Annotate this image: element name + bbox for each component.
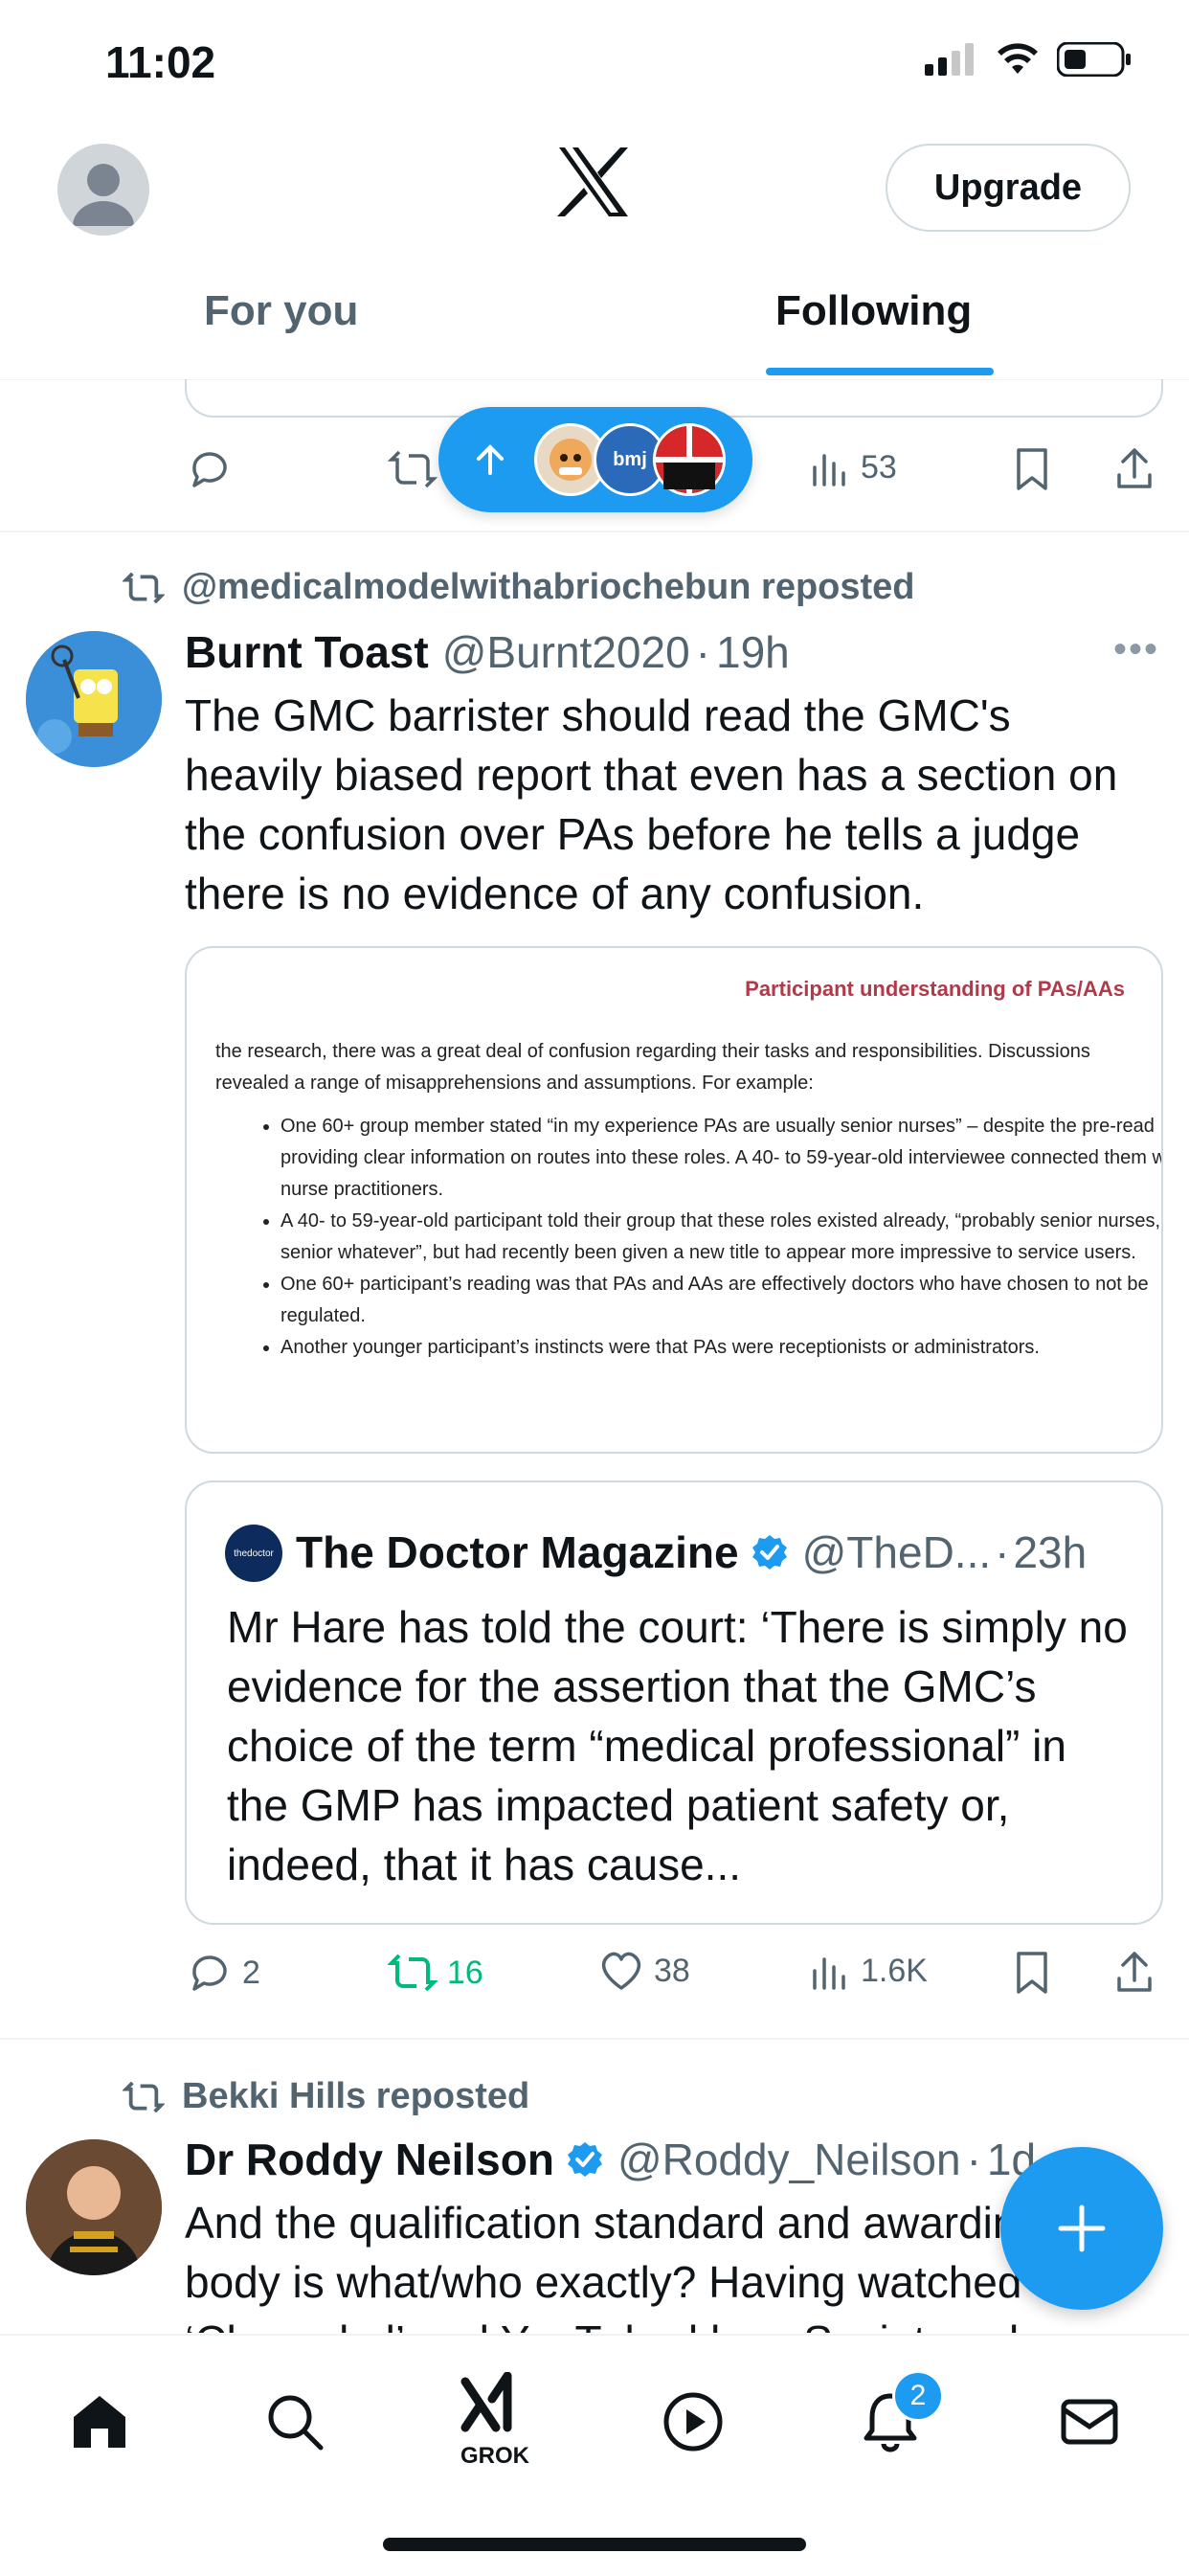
- like-count: 38: [654, 1952, 690, 1989]
- plus-icon: [1058, 2204, 1106, 2252]
- verified-badge-icon: [752, 1535, 787, 1570]
- search-icon: [268, 2395, 324, 2451]
- profile-avatar[interactable]: [57, 144, 149, 236]
- portrait-avatar-icon: [26, 2139, 162, 2275]
- repost-icon: [388, 1954, 437, 1992]
- repost-context-label: Bekki Hills reposted: [182, 2076, 530, 2116]
- image-bullet: A 40- to 59-year-old participant told th…: [280, 1206, 1161, 1269]
- author-name[interactable]: Burnt Toast: [185, 626, 429, 678]
- tab-for-you[interactable]: For you: [204, 287, 358, 335]
- share-icon[interactable]: [1113, 1950, 1155, 1996]
- author-avatar[interactable]: [26, 631, 162, 767]
- active-tab-indicator: [766, 368, 994, 375]
- tweet-divider: [0, 2038, 1189, 2040]
- repost-icon: [388, 450, 437, 488]
- status-icons: [925, 42, 1132, 77]
- author-line: Burnt Toast @Burnt2020 · 19h: [185, 626, 790, 678]
- repost-context[interactable]: Bekki Hills reposted: [123, 2076, 529, 2117]
- x-logo-icon: [557, 147, 628, 216]
- share-icon[interactable]: [1113, 446, 1155, 492]
- cellular-signal-icon: [925, 43, 974, 76]
- author-avatar[interactable]: [26, 2139, 162, 2275]
- nav-notifications[interactable]: 2: [842, 2370, 944, 2470]
- separator-dot: ·: [695, 627, 710, 677]
- nav-home[interactable]: [52, 2374, 147, 2470]
- arrow-up-icon: [477, 444, 504, 475]
- new-posts-pill[interactable]: bmj: [438, 407, 752, 512]
- nav-search[interactable]: [247, 2374, 343, 2470]
- image-bullet-list: One 60+ group member stated “in my exper…: [215, 1111, 1161, 1364]
- play-icon: [663, 2392, 723, 2452]
- separator-dot: ·: [966, 2135, 981, 2184]
- repost-count: 16: [447, 1954, 483, 1991]
- nav-video[interactable]: [645, 2374, 741, 2470]
- like-button[interactable]: 38: [598, 1950, 690, 1992]
- author-name[interactable]: Dr Roddy Neilson: [185, 2134, 554, 2185]
- repost-context-label: @medicalmodelwithabriochebun reposted: [182, 567, 915, 607]
- repost-icon: [123, 572, 165, 603]
- tweet-image[interactable]: Participant understanding of PAs/AAs the…: [185, 946, 1163, 1454]
- quoted-tweet[interactable]: thedoctor The Doctor Magazine @TheD... ·…: [185, 1480, 1163, 1925]
- more-options-icon[interactable]: •••: [1113, 628, 1159, 671]
- wifi-icon: [998, 43, 1038, 74]
- grok-label: GROK: [460, 2443, 529, 2469]
- image-intro: the research, there was a great deal of …: [215, 1041, 1090, 1094]
- bookmark-icon[interactable]: [1013, 446, 1051, 492]
- author-handle[interactable]: @Burnt2020: [442, 626, 690, 678]
- nav-messages[interactable]: [1042, 2374, 1137, 2470]
- bookmark-icon[interactable]: [1013, 1950, 1051, 1996]
- image-bullet: One 60+ participant’s reading was that P…: [280, 1269, 1161, 1332]
- views-icon: [813, 454, 845, 486]
- repost-context[interactable]: @medicalmodelwithabriochebun reposted: [123, 567, 915, 608]
- default-avatar-icon: [73, 164, 134, 226]
- upgrade-button[interactable]: Upgrade: [886, 144, 1131, 232]
- author-handle[interactable]: @Roddy_Neilson: [617, 2134, 961, 2185]
- tweet-text: The GMC barrister should read the GMC's …: [185, 690, 1118, 918]
- grok-icon: [460, 2372, 512, 2432]
- views-count: 1.6K: [861, 1952, 928, 1989]
- nav-grok[interactable]: GROK: [447, 2359, 543, 2483]
- image-bullet: Another younger participant’s instincts …: [280, 1332, 1161, 1364]
- repost-icon: [123, 2081, 165, 2113]
- status-time: 11:02: [105, 37, 216, 87]
- quoted-author-avatar: thedoctor: [225, 1525, 282, 1582]
- separator-dot: ·: [995, 1527, 1010, 1577]
- prev-views-button[interactable]: 53: [809, 446, 897, 488]
- author-line: Dr Roddy Neilson @Roddy_Neilson · 1d: [185, 2134, 1036, 2185]
- heart-icon: [601, 1952, 641, 1990]
- tweet-text: And the qualification standard and award…: [185, 2198, 1083, 2333]
- mail-icon: [1061, 2399, 1118, 2445]
- spongebob-avatar-icon: [26, 631, 162, 767]
- image-bullet: One 60+ group member stated “in my exper…: [280, 1111, 1161, 1206]
- reply-button[interactable]: 2: [187, 1950, 260, 1996]
- tab-following[interactable]: Following: [775, 287, 972, 335]
- tweet-divider: [0, 531, 1189, 532]
- battery-icon: [1057, 42, 1131, 77]
- views-icon: [813, 1957, 845, 1990]
- home-indicator: [383, 2538, 806, 2551]
- tweet-time[interactable]: 19h: [716, 626, 790, 678]
- prev-views-count: 53: [861, 448, 897, 486]
- quoted-author-line: The Doctor Magazine @TheD... · 23h: [296, 1526, 1087, 1578]
- quoted-tweet-text: Mr Hare has told the court: ‘There is si…: [227, 1602, 1128, 1889]
- prev-reply-button[interactable]: [187, 446, 233, 492]
- reply-count: 2: [242, 1954, 260, 1991]
- notifications-badge: 2: [892, 2370, 944, 2422]
- reply-icon: [192, 452, 227, 487]
- home-icon: [74, 2396, 125, 2448]
- views-button[interactable]: 1.6K: [809, 1950, 928, 1992]
- image-heading: Participant understanding of PAs/AAs: [745, 977, 1125, 1001]
- repost-button[interactable]: 16: [388, 1950, 483, 1996]
- quoted-author-name: The Doctor Magazine: [296, 1527, 739, 1577]
- compose-button[interactable]: [1000, 2147, 1163, 2310]
- prev-repost-button[interactable]: [388, 446, 437, 492]
- verified-badge-icon: [567, 2142, 602, 2177]
- quoted-tweet-time: 23h: [1013, 1527, 1088, 1577]
- reply-icon: [192, 1955, 227, 1991]
- pill-avatar-flag: [653, 423, 726, 496]
- quoted-author-handle: @TheD...: [801, 1527, 992, 1577]
